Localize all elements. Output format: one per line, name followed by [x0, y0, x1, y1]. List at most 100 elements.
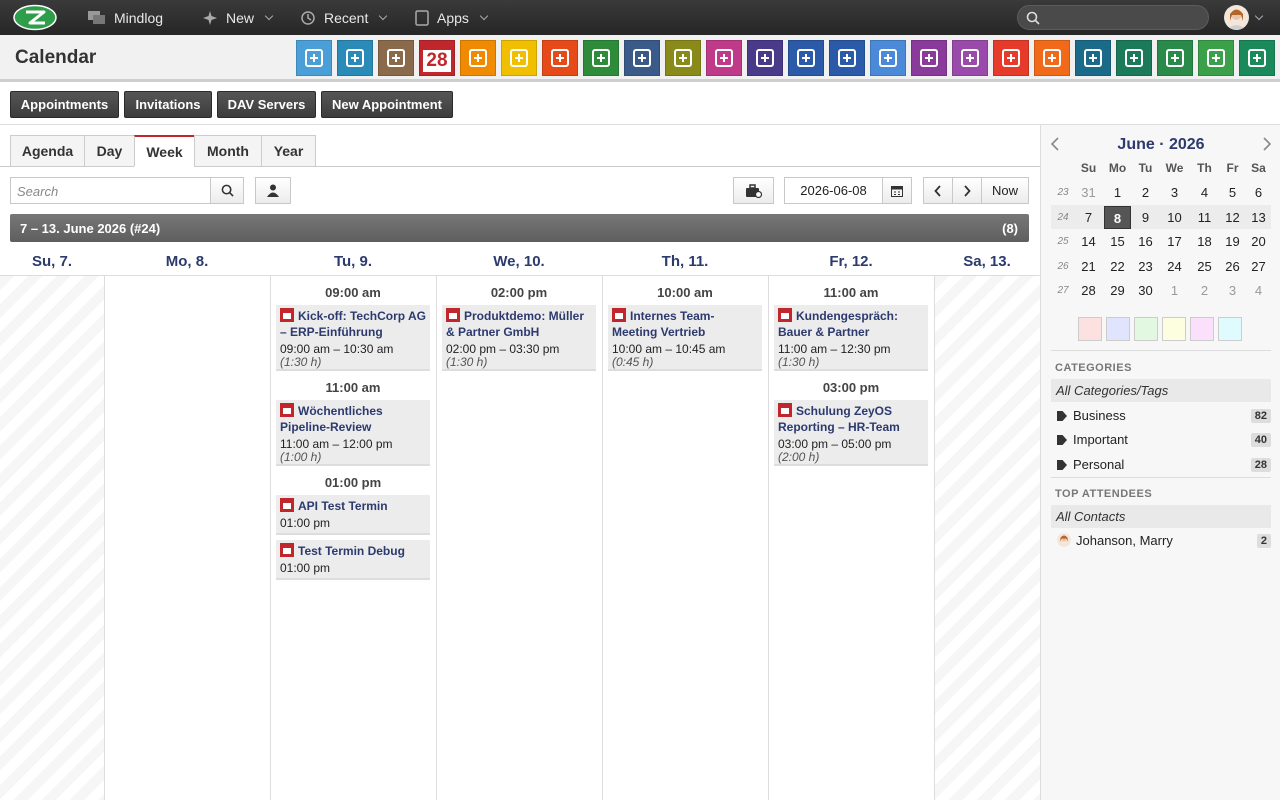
mini-calendar-day[interactable]: 20 — [1245, 230, 1272, 253]
address-icon[interactable] — [337, 40, 373, 76]
day-header-monday[interactable]: Mo, 8. — [104, 253, 270, 275]
mini-calendar-day[interactable]: 3 — [1219, 279, 1246, 302]
date-picker-button[interactable] — [882, 177, 912, 204]
mini-calendar-day[interactable]: 28 — [1075, 279, 1102, 302]
mini-calendar-day[interactable]: 16 — [1132, 230, 1159, 253]
user-avatar[interactable] — [1224, 5, 1249, 30]
cart-icon[interactable] — [1116, 40, 1152, 76]
tab-agenda[interactable]: Agenda — [10, 135, 85, 167]
mini-calendar-day[interactable]: 1 — [1104, 181, 1131, 204]
day-header-sunday[interactable]: Su, 7. — [0, 253, 104, 275]
mini-calendar-day[interactable]: 19 — [1219, 230, 1246, 253]
sales-icon[interactable] — [706, 40, 742, 76]
mini-calendar-day[interactable]: 9 — [1132, 206, 1159, 229]
day-column-saturday[interactable] — [935, 276, 1040, 800]
appointment-card[interactable]: Produktdemo: Müller & Partner GmbH 02:00… — [442, 305, 596, 371]
date-input[interactable]: 2026-06-08 — [784, 177, 883, 204]
shipping-icon[interactable] — [788, 40, 824, 76]
tab-year[interactable]: Year — [261, 135, 316, 167]
day-header-wednesday[interactable]: We, 10. — [436, 253, 602, 275]
new-menu[interactable]: New — [202, 0, 274, 35]
color-swatch[interactable] — [1078, 317, 1102, 341]
mini-calendar-day[interactable]: 12 — [1219, 206, 1246, 229]
category-item-business[interactable]: Business 82 — [1051, 405, 1271, 427]
global-search-input[interactable] — [1017, 5, 1209, 30]
dav-servers-button[interactable]: DAV Servers — [217, 91, 316, 118]
color-swatch[interactable] — [1190, 317, 1214, 341]
broadcast-icon[interactable] — [1034, 40, 1070, 76]
mini-calendar-day[interactable]: 21 — [1075, 255, 1102, 278]
apps-menu[interactable]: Apps — [415, 0, 489, 35]
mini-calendar-day[interactable]: 2 — [1191, 279, 1218, 302]
day-header-tuesday[interactable]: Tu, 9. — [270, 253, 436, 275]
contacts-icon[interactable] — [378, 40, 414, 76]
mini-calendar-day[interactable]: 1 — [1161, 279, 1188, 302]
previous-week-button[interactable] — [923, 177, 953, 204]
user-filter-button[interactable] — [255, 177, 291, 204]
next-month-button[interactable] — [1257, 135, 1275, 153]
mini-calendar-day[interactable]: 18 — [1191, 230, 1218, 253]
calendar-icon[interactable]: 28 — [419, 40, 455, 76]
timer-icon[interactable] — [460, 40, 496, 76]
appointment-card[interactable]: Internes Team-Meeting Vertrieb 10:00 am … — [608, 305, 762, 371]
mini-calendar-day[interactable]: 30 — [1132, 279, 1159, 302]
day-column-sunday[interactable] — [0, 276, 105, 800]
database-icon[interactable] — [1239, 40, 1275, 76]
search-button[interactable] — [210, 177, 244, 204]
briefcase-button[interactable] — [733, 177, 774, 204]
mini-calendar-day[interactable]: 15 — [1104, 230, 1131, 253]
day-column-monday[interactable] — [105, 276, 271, 800]
now-button[interactable]: Now — [981, 177, 1029, 204]
appointments-button[interactable]: Appointments — [10, 91, 119, 118]
support-icon[interactable] — [829, 40, 865, 76]
mail-icon[interactable] — [296, 40, 332, 76]
mini-calendar-day[interactable]: 8 — [1104, 205, 1131, 229]
color-swatch[interactable] — [1218, 317, 1242, 341]
new-appointment-button[interactable]: New Appointment — [321, 91, 453, 118]
invitations-button[interactable]: Invitations — [124, 91, 212, 118]
projects-icon[interactable] — [542, 40, 578, 76]
color-swatch[interactable] — [1162, 317, 1186, 341]
pricetag-icon[interactable] — [1198, 40, 1234, 76]
mini-calendar-day[interactable]: 7 — [1075, 206, 1102, 229]
mini-calendar-day[interactable]: 26 — [1219, 255, 1246, 278]
tab-month[interactable]: Month — [194, 135, 262, 167]
mini-calendar-day[interactable]: 14 — [1075, 230, 1102, 253]
bookmark-icon[interactable] — [624, 40, 660, 76]
appointment-card[interactable]: Kundengespräch: Bauer & Partner 11:00 am… — [774, 305, 928, 371]
mini-calendar-day[interactable]: 2 — [1132, 181, 1159, 204]
zeyos-logo-icon[interactable] — [12, 4, 58, 31]
mini-calendar-day[interactable]: 23 — [1132, 255, 1159, 278]
mini-calendar-day[interactable]: 27 — [1245, 255, 1272, 278]
appointment-card[interactable]: Kick-off: TechCorp AG – ERP-Einführung 0… — [276, 305, 430, 371]
documents-icon[interactable] — [665, 40, 701, 76]
all-contacts-filter[interactable]: All Contacts — [1051, 505, 1271, 528]
deals-icon[interactable] — [952, 40, 988, 76]
week-number[interactable]: 26 — [1053, 261, 1073, 272]
week-number[interactable]: 24 — [1053, 212, 1073, 223]
day-header-thursday[interactable]: Th, 11. — [602, 253, 768, 275]
day-header-friday[interactable]: Fr, 12. — [768, 253, 934, 275]
payments-icon[interactable] — [747, 40, 783, 76]
color-swatch[interactable] — [1106, 317, 1130, 341]
category-item-important[interactable]: Important 40 — [1051, 429, 1271, 451]
contracts-icon[interactable] — [911, 40, 947, 76]
next-week-button[interactable] — [952, 177, 982, 204]
mini-calendar-day[interactable]: 17 — [1161, 230, 1188, 253]
finance-icon[interactable] — [870, 40, 906, 76]
mini-calendar-day[interactable]: 29 — [1104, 279, 1131, 302]
money-icon[interactable] — [1157, 40, 1193, 76]
appointment-card[interactable]: Schulung ZeyOS Reporting – HR-Team 03:00… — [774, 400, 928, 466]
tab-week[interactable]: Week — [134, 135, 195, 167]
mini-calendar-day[interactable]: 5 — [1219, 181, 1246, 204]
tab-day[interactable]: Day — [84, 135, 135, 167]
mini-calendar-day[interactable]: 22 — [1104, 255, 1131, 278]
chevron-down-icon[interactable] — [1254, 11, 1264, 21]
day-header-saturday[interactable]: Sa, 13. — [934, 253, 1040, 275]
all-categories-filter[interactable]: All Categories/Tags — [1051, 379, 1271, 402]
download-icon[interactable] — [1075, 40, 1111, 76]
mini-calendar-day[interactable]: 31 — [1075, 181, 1102, 204]
search-input[interactable]: Search — [10, 177, 211, 204]
mini-calendar-day[interactable]: 13 — [1245, 206, 1272, 229]
mini-calendar-day[interactable]: 4 — [1245, 279, 1272, 302]
